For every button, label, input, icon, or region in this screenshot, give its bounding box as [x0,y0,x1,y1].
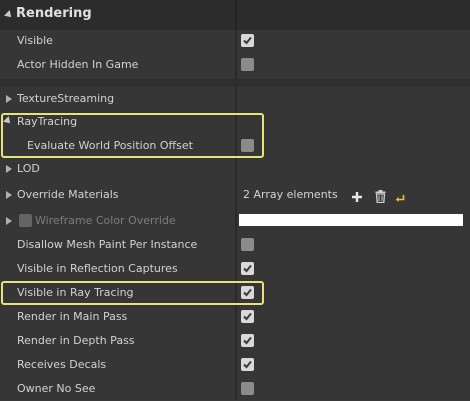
check-icon [243,336,252,345]
checkbox-disallow-mesh-paint[interactable] [241,238,254,251]
plus-icon[interactable] [351,188,363,202]
checkbox-owner-no-see[interactable] [241,382,254,395]
section-header-rendering[interactable]: Rendering [0,0,470,30]
label-visible-reflection: Visible in Reflection Captures [17,262,178,275]
collapse-arrow-icon [4,10,14,20]
row-owner-no-see: Owner No See [0,377,470,401]
row-actor-hidden: Actor Hidden In Game [0,53,470,77]
expand-arrow-icon[interactable] [6,217,12,225]
checkbox-visible-reflection[interactable] [241,262,254,275]
row-disallow-mesh-paint: Disallow Mesh Paint Per Instance [0,233,470,257]
array-count: 2 Array elements [243,188,338,201]
color-swatch[interactable] [239,214,463,226]
check-icon [243,312,252,321]
highlight-visible-ray-tracing [1,281,264,305]
checkbox-receives-decals[interactable] [241,358,254,371]
row-override-materials: Override Materials 2 Array elements [0,183,470,207]
trash-icon[interactable] [375,188,386,204]
label-receives-decals: Receives Decals [17,358,107,371]
expand-arrow-icon [6,165,12,173]
expand-arrow-icon[interactable] [6,191,12,199]
checkbox-render-depth-pass[interactable] [241,334,254,347]
expand-arrow-icon [6,95,12,103]
label-render-depth-pass: Render in Depth Pass [17,334,135,347]
label-lod: LOD [17,162,40,175]
label-disallow-mesh-paint: Disallow Mesh Paint Per Instance [17,238,198,251]
check-icon [243,264,252,273]
checkbox-wireframe-override[interactable] [19,214,32,227]
row-receives-decals: Receives Decals [0,353,470,377]
row-texture-streaming[interactable]: TextureStreaming [0,87,470,111]
label-wireframe-color: Wireframe Color Override [35,214,176,227]
label-texture-streaming: TextureStreaming [17,92,115,105]
row-render-depth-pass: Render in Depth Pass [0,329,470,353]
row-render-main-pass: Render in Main Pass [0,305,470,329]
row-lod[interactable]: LOD [0,157,470,181]
highlight-ray-tracing-group [1,113,264,158]
section-title: Rendering [16,6,92,21]
row-wireframe-color: Wireframe Color Override [0,209,470,233]
label-actor-hidden: Actor Hidden In Game [17,58,139,71]
label-owner-no-see: Owner No See [17,382,96,395]
details-panel: Rendering Visible Actor Hidden In Game T… [0,0,470,400]
check-icon [243,36,252,45]
check-icon [243,360,252,369]
reset-arrow-icon[interactable] [395,189,405,202]
row-visible: Visible [0,29,470,53]
row-visible-reflection: Visible in Reflection Captures [0,257,470,281]
section-separator [0,79,470,87]
checkbox-visible[interactable] [241,34,254,47]
checkbox-actor-hidden[interactable] [241,58,254,71]
label-visible: Visible [17,34,53,47]
checkbox-render-main-pass[interactable] [241,310,254,323]
label-render-main-pass: Render in Main Pass [17,310,128,323]
label-override-materials: Override Materials [17,188,119,201]
